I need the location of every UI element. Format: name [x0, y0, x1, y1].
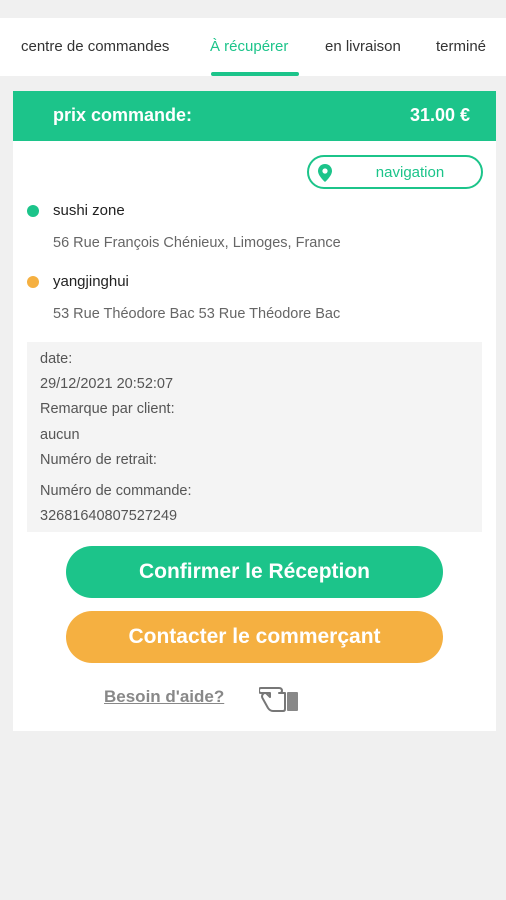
- remark-label: Remarque par client:: [40, 401, 175, 417]
- customer-address: 53 Rue Théodore Bac 53 Rue Théodore Bac: [53, 306, 341, 322]
- order-number-value: 32681640807527249: [40, 508, 178, 524]
- tab-completed[interactable]: terminé: [436, 18, 486, 76]
- tab-to-pickup[interactable]: À récupérer: [210, 18, 288, 76]
- map-pin-icon: [318, 164, 332, 182]
- date-label: date:: [40, 351, 73, 367]
- remark-value: aucun: [40, 427, 80, 443]
- merchant-name: sushi zone: [53, 202, 125, 219]
- tab-in-delivery[interactable]: en livraison: [325, 18, 401, 76]
- pickup-number-label: Numéro de retrait:: [40, 452, 157, 468]
- navigation-button[interactable]: navigation: [307, 155, 483, 189]
- order-number-label: Numéro de commande:: [40, 483, 192, 499]
- confirm-reception-button[interactable]: Confirmer le Réception: [66, 546, 443, 598]
- order-info-box: date: 29/12/2021 20:52:07 Remarque par c…: [27, 342, 482, 532]
- price-bar: prix commande: 31.00 €: [13, 91, 496, 141]
- merchant-dot: [27, 205, 39, 217]
- tab-order-center[interactable]: centre de commandes: [21, 18, 169, 76]
- customer-dot: [27, 276, 39, 288]
- customer-name: yangjinghui: [53, 273, 129, 290]
- tab-bar: centre de commandes À récupérer en livra…: [0, 18, 506, 76]
- navigation-label: navigation: [375, 164, 445, 181]
- price-value: 31.00 €: [409, 105, 470, 125]
- pointing-hand-icon: [259, 687, 298, 712]
- date-value: 29/12/2021 20:52:07: [40, 376, 174, 392]
- merchant-address: 56 Rue François Chénieux, Limoges, Franc…: [53, 235, 341, 251]
- order-card: prix commande: 31.00 € navigation sushi …: [13, 91, 496, 731]
- help-link[interactable]: Besoin d'aide?: [104, 687, 224, 707]
- price-label: prix commande:: [53, 105, 193, 125]
- active-tab-indicator: [211, 72, 299, 76]
- contact-merchant-button[interactable]: Contacter le commerçant: [66, 611, 443, 663]
